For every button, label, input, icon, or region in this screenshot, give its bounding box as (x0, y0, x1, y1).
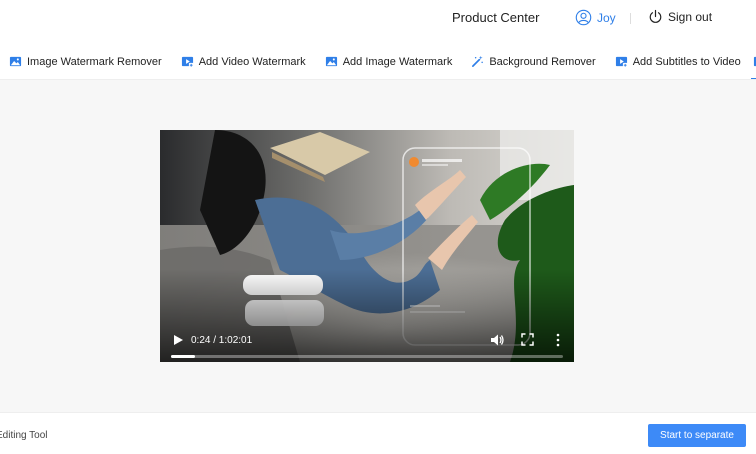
tab-label: Background Remover (489, 55, 596, 68)
more-options-icon[interactable] (553, 333, 563, 347)
editing-tool-label: Editing Tool (0, 430, 48, 441)
workspace: 0:24 / 1:02:01 (0, 80, 756, 412)
user-icon (575, 9, 592, 26)
video-player[interactable]: 0:24 / 1:02:01 (160, 130, 574, 362)
tab-label: Add Subtitles to Video (632, 55, 741, 68)
image-icon (9, 56, 22, 67)
video-progress-fill (171, 355, 195, 358)
tab-label: Add Image Watermark (342, 55, 453, 68)
tab-add-image-watermark[interactable]: Add Image Watermark (316, 44, 453, 79)
tools-tab-bar: Image Watermark Remover Add Video Waterm… (0, 44, 756, 80)
power-icon (649, 9, 662, 23)
header-divider (630, 13, 631, 24)
volume-icon[interactable] (490, 333, 504, 347)
video-icon (615, 56, 628, 68)
tab-background-remover[interactable]: Background Remover (462, 44, 596, 79)
start-to-separate-button[interactable]: Start to separate (648, 424, 746, 447)
image-icon (325, 56, 337, 67)
tab-add-subtitles-to-video[interactable]: Add Subtitles to Video (606, 44, 741, 79)
video-controls: 0:24 / 1:02:01 (160, 320, 574, 362)
tab-image-watermark-remover[interactable]: Image Watermark Remover (0, 44, 162, 79)
sign-out-button[interactable]: Sign out (648, 9, 712, 24)
footer-bar: Editing Tool Start to separate (0, 412, 756, 454)
video-time: 0:24 / 1:02:01 (191, 335, 253, 346)
play-icon[interactable] (172, 334, 184, 346)
video-progress-bar[interactable] (171, 355, 563, 358)
tab-label: Image Watermark Remover (27, 55, 162, 68)
top-header: Product Center Joy Sign out (0, 0, 756, 38)
tab-active-tool[interactable] (750, 44, 756, 79)
fullscreen-icon[interactable] (521, 333, 534, 346)
product-center-link[interactable]: Product Center (452, 10, 539, 25)
user-name: Joy (597, 10, 616, 25)
sign-out-label: Sign out (668, 9, 713, 24)
magic-wand-icon (472, 55, 484, 67)
user-menu[interactable]: Joy (575, 9, 616, 26)
video-icon (181, 56, 194, 68)
tab-label: Add Video Watermark (198, 55, 306, 68)
tab-add-video-watermark[interactable]: Add Video Watermark (172, 44, 306, 79)
